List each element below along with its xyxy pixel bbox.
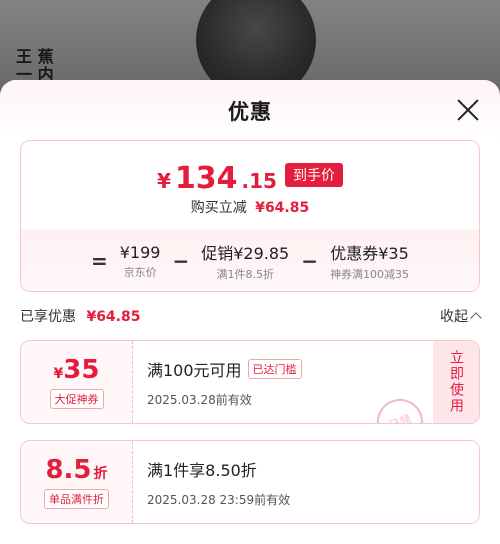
applied-amount: ¥64.85: [86, 309, 141, 325]
breakdown-sub: 满1件8.5折: [216, 268, 274, 281]
coupon-type-badge: 单品满件折: [44, 489, 109, 509]
price-integer: 134: [174, 161, 238, 196]
coupon-amount-value: 35: [63, 355, 100, 385]
applied-discount: 已享优惠 ¥64.85: [20, 306, 140, 326]
price-summary-card: ¥ 134 .15 到手价 购买立减 ¥64.85 = ¥199 京东价 − 促…: [20, 140, 480, 292]
collapse-label: 收起: [440, 309, 468, 325]
price-decimal: .15: [241, 169, 277, 193]
price-breakdown: = ¥199 京东价 − 促销¥29.85 满1件8.5折 − 优惠券¥35 神…: [21, 229, 479, 291]
chevron-up-icon: [470, 312, 482, 324]
use-now-button[interactable]: 立即使用: [433, 341, 479, 423]
breakdown-jd-price: ¥199 京东价: [120, 243, 161, 280]
summary-top: ¥ 134 .15 到手价 购买立减 ¥64.85: [21, 141, 479, 229]
coupon-value: 8.5 折 单品满件折: [21, 441, 133, 523]
breakdown-sub: 神券满100减35: [330, 268, 409, 281]
threshold-reached-tag: 已达门槛: [247, 358, 302, 379]
breakdown-coupon: 优惠券¥35 神券满100减35: [330, 240, 409, 282]
coupon-card[interactable]: 8.5 折 单品满件折 满1件享8.50折 2025.03.28 23:59前有…: [20, 440, 480, 524]
breakdown-promotion: 促销¥29.85 满1件8.5折: [201, 240, 289, 282]
sheet-title: 优惠: [228, 100, 272, 124]
coupon-details: 满1件享8.50折 2025.03.28 23:59前有效: [133, 441, 479, 523]
coupon-condition-text: 满1件享8.50折: [147, 460, 257, 480]
instant-discount-label: 购买立减: [190, 200, 247, 216]
coupon-unit: 折: [93, 466, 108, 482]
coupon-type-badge: 大促神券: [49, 389, 104, 409]
coupon-condition: 满1件享8.50折: [147, 457, 479, 481]
applied-discount-row: 已享优惠 ¥64.85 收起: [20, 306, 482, 326]
coupon-amount: ¥ 35: [54, 355, 100, 385]
coupon-card[interactable]: ¥ 35 大促神券 满100元可用 已达门槛 2025.03.28前有效 立即使…: [20, 340, 480, 424]
operator-minus: −: [172, 249, 190, 273]
breakdown-sub: 京东价: [123, 265, 157, 279]
coupon-amount-value: 8.5: [45, 455, 92, 485]
operator-minus: −: [301, 249, 318, 273]
coupon-value: ¥ 35 大促神券: [21, 341, 133, 423]
sheet-header: 优惠: [0, 80, 500, 140]
operator-equals: =: [90, 249, 108, 273]
collapse-button[interactable]: 收起: [440, 306, 482, 326]
breakdown-main: 促销¥29.85: [201, 244, 290, 263]
coupon-condition-text: 满100元可用: [147, 360, 242, 380]
use-now-label: 立即使用: [448, 350, 464, 414]
final-price-badge: 到手价: [284, 162, 343, 187]
coupon-expiry: 2025.03.28 23:59前有效: [147, 492, 291, 507]
coupon-amount: 8.5 折: [45, 455, 107, 485]
instant-discount-amount: ¥64.85: [255, 200, 310, 216]
close-icon[interactable]: [456, 98, 480, 122]
coupon-currency: ¥: [53, 366, 64, 382]
final-price: ¥ 134 .15 到手价: [21, 161, 479, 196]
coupon-condition: 满100元可用 已达门槛: [147, 357, 433, 381]
currency-symbol: ¥: [157, 169, 171, 193]
applied-label: 已享优惠: [20, 309, 76, 325]
breakdown-main: ¥199: [119, 242, 161, 262]
instant-discount: 购买立减 ¥64.85: [21, 197, 479, 217]
breakdown-main: 优惠券¥35: [330, 244, 409, 263]
discount-sheet: 优惠 ¥ 134 .15 到手价 购买立减 ¥64.85 = ¥199 京东价 …: [0, 80, 500, 544]
